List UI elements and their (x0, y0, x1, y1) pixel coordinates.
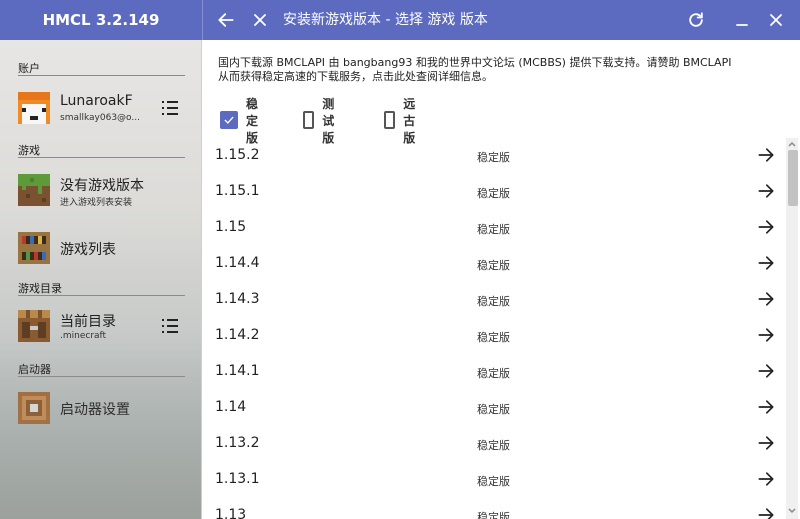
page-title: 安装新游戏版本 - 选择 游戏 版本 (283, 12, 488, 28)
version-row[interactable]: 1.15.1 稳定版 (202, 174, 784, 210)
section-label-game: 游戏 (18, 144, 40, 157)
arrow-right-icon[interactable] (756, 181, 776, 201)
version-row[interactable]: 1.14.1 稳定版 (202, 354, 784, 390)
launcher-settings-label: 启动器设置 (60, 402, 130, 418)
arrow-right-icon[interactable] (756, 325, 776, 345)
version-type: 稳定版 (477, 475, 510, 488)
version-number: 1.13.1 (215, 471, 260, 487)
dir-menu-icon[interactable] (158, 314, 182, 338)
section-divider (18, 157, 185, 158)
main-panel: 国内下载源 BMCLAPI 由 bangbang93 和我的世界中文论坛 (MC… (202, 40, 800, 519)
checkbox-checked-icon[interactable] (220, 111, 238, 129)
version-type: 稳定版 (477, 439, 510, 452)
version-number: 1.15 (215, 219, 247, 235)
arrow-right-icon[interactable] (756, 289, 776, 309)
version-row[interactable]: 1.14 稳定版 (202, 390, 784, 426)
arrow-right-icon[interactable] (756, 145, 776, 165)
version-number: 1.14.3 (215, 291, 260, 307)
scroll-down-icon[interactable] (787, 506, 797, 516)
version-row[interactable]: 1.15.2 稳定版 (202, 138, 784, 174)
grass-block-icon (18, 174, 50, 206)
version-row[interactable]: 1.13.2 稳定版 (202, 426, 784, 462)
arrow-right-icon[interactable] (756, 361, 776, 381)
section-divider (18, 75, 185, 76)
version-type: 稳定版 (477, 331, 510, 344)
account-menu-icon[interactable] (158, 96, 182, 120)
account-email: smallkay063@o... (60, 113, 140, 123)
version-type: 稳定版 (477, 295, 510, 308)
sidebar-item-current-dir[interactable]: 当前目录 .minecraft (0, 304, 202, 348)
version-number: 1.15.2 (215, 147, 260, 163)
version-type: 稳定版 (477, 403, 510, 416)
notice-line-2: 从而获得稳定高速的下载服务，点击此处查阅详细信息。 (218, 70, 493, 83)
version-row[interactable]: 1.15 稳定版 (202, 210, 784, 246)
game-list-label: 游戏列表 (60, 242, 116, 258)
section-divider (18, 295, 185, 296)
title-bar: HMCL 3.2.149 安装新游戏版本 - 选择 游戏 版本 (0, 0, 800, 40)
arrow-right-icon[interactable] (756, 397, 776, 417)
sidebar-item-launcher-settings[interactable]: 启动器设置 (0, 386, 202, 430)
section-label-launcher: 启动器 (18, 363, 51, 376)
no-version-hint: 进入游戏列表安装 (60, 198, 133, 208)
version-number: 1.14.2 (215, 327, 260, 343)
filter-snapshot[interactable]: 测试版 (303, 97, 341, 145)
notice-line-1: 国内下载源 BMCLAPI 由 bangbang93 和我的世界中文论坛 (MC… (218, 56, 732, 69)
version-number: 1.14 (215, 399, 247, 415)
refresh-icon[interactable] (684, 8, 708, 32)
version-number: 1.14.1 (215, 363, 260, 379)
checkbox-empty-icon[interactable] (384, 111, 396, 129)
arrow-right-icon[interactable] (756, 433, 776, 453)
scroll-up-icon[interactable] (787, 139, 797, 149)
command-block-icon (18, 392, 50, 424)
minimize-icon[interactable] (730, 8, 754, 32)
filter-old[interactable]: 远古版 (384, 97, 422, 145)
version-type: 稳定版 (477, 511, 510, 519)
close-window-icon[interactable] (764, 8, 788, 32)
title-divider (202, 0, 203, 40)
version-type: 稳定版 (477, 259, 510, 272)
arrow-right-icon[interactable] (756, 469, 776, 489)
version-number: 1.13 (215, 507, 247, 519)
sidebar-item-game-list[interactable]: 游戏列表 (0, 226, 202, 270)
sidebar-item-account[interactable]: LunaroakF smallkay063@o... (0, 86, 202, 130)
crafting-table-icon (18, 310, 50, 342)
section-label-account: 账户 (18, 62, 40, 75)
version-row[interactable]: 1.14.2 稳定版 (202, 318, 784, 354)
version-type: 稳定版 (477, 367, 510, 380)
version-row[interactable]: 1.14.4 稳定版 (202, 246, 784, 282)
arrow-right-icon[interactable] (756, 217, 776, 237)
download-source-notice[interactable]: 国内下载源 BMCLAPI 由 bangbang93 和我的世界中文论坛 (MC… (218, 56, 778, 84)
sidebar-item-no-version[interactable]: 没有游戏版本 进入游戏列表安装 (0, 168, 202, 212)
version-type: 稳定版 (477, 187, 510, 200)
version-number: 1.14.4 (215, 255, 260, 271)
version-list: 1.15.2 稳定版 1.15.1 稳定版 1.15 稳定版 1.14.4 稳定… (202, 138, 784, 519)
version-row[interactable]: 1.14.3 稳定版 (202, 282, 784, 318)
bookshelf-icon (18, 232, 50, 264)
back-arrow-icon[interactable] (214, 8, 238, 32)
no-version-label: 没有游戏版本 (60, 178, 144, 194)
sidebar: 账户 LunaroakF smallkay063@o... 游戏 没有游戏版本 … (0, 40, 202, 519)
arrow-right-icon[interactable] (756, 505, 776, 519)
version-type: 稳定版 (477, 151, 510, 164)
fox-avatar-icon (18, 92, 50, 124)
section-label-game-dir: 游戏目录 (18, 282, 62, 295)
version-row[interactable]: 1.13.1 稳定版 (202, 462, 784, 498)
version-number: 1.15.1 (215, 183, 260, 199)
close-page-icon[interactable] (248, 8, 272, 32)
scrollbar-thumb[interactable] (788, 150, 798, 206)
checkbox-empty-icon[interactable] (303, 111, 315, 129)
filter-stable[interactable]: 稳定版 (220, 97, 258, 145)
account-name: LunaroakF (60, 93, 133, 109)
version-row[interactable]: 1.13 稳定版 (202, 498, 784, 519)
arrow-right-icon[interactable] (756, 253, 776, 273)
version-type: 稳定版 (477, 223, 510, 236)
version-number: 1.13.2 (215, 435, 260, 451)
current-dir-path: .minecraft (60, 331, 107, 341)
current-dir-label: 当前目录 (60, 314, 116, 330)
app-title: HMCL 3.2.149 (42, 11, 160, 29)
section-divider (18, 376, 185, 377)
